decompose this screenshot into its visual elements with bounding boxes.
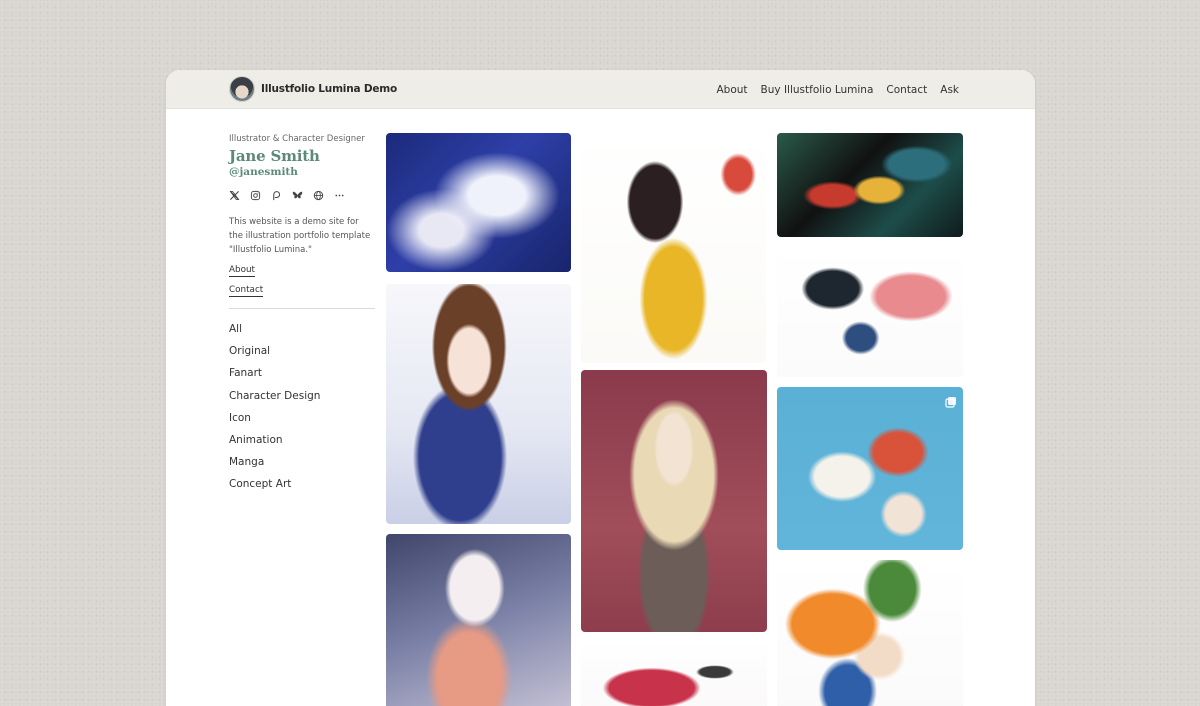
nav-ask[interactable]: Ask — [940, 84, 959, 96]
category-icon[interactable]: Icon — [229, 411, 376, 433]
browser-window: Illustfolio Lumina Demo About Buy Illust… — [166, 70, 1035, 706]
nav-buy[interactable]: Buy Illustfolio Lumina — [761, 84, 874, 96]
gallery-image-lily-girl[interactable] — [777, 387, 963, 550]
gallery-image-two-girls-hug[interactable] — [777, 247, 963, 377]
avatar[interactable] — [229, 76, 255, 102]
gallery-image-green-hat-girls[interactable] — [777, 560, 963, 706]
category-original[interactable]: Original — [229, 344, 376, 366]
sidebar-link-about[interactable]: About — [229, 265, 256, 277]
category-fanart[interactable]: Fanart — [229, 366, 376, 388]
gallery-image-maid-excavator[interactable] — [581, 133, 766, 363]
gallery-image-bunny-doll-girl[interactable] — [581, 370, 767, 632]
category-concept-art[interactable]: Concept Art — [229, 477, 376, 499]
profile-name: Jane Smith — [229, 147, 320, 165]
gallery-image-bouquet-girl[interactable] — [386, 534, 571, 706]
bluesky-icon[interactable] — [292, 190, 303, 201]
patreon-icon[interactable] — [271, 190, 282, 201]
globe-icon[interactable] — [313, 190, 324, 201]
site-header: Illustfolio Lumina Demo About Buy Illust… — [166, 70, 1035, 109]
social-links — [229, 190, 376, 201]
top-nav: About Buy Illustfolio Lumina Contact Ask — [704, 70, 1036, 109]
gallery-image-pattern-art[interactable] — [777, 133, 963, 237]
nav-contact[interactable]: Contact — [886, 84, 927, 96]
multiple-images-icon — [945, 393, 957, 408]
sidebar-divider — [229, 308, 375, 309]
gallery-image-cat-2022[interactable] — [581, 640, 767, 706]
category-manga[interactable]: Manga — [229, 455, 376, 477]
category-all[interactable]: All — [229, 322, 376, 344]
x-icon[interactable] — [229, 190, 240, 201]
category-list: All Original Fanart Character Design Ico… — [229, 322, 376, 500]
profile-handle: @janesmith — [229, 166, 298, 178]
profile-role: Illustrator & Character Designer — [229, 134, 365, 144]
profile-sidebar: Illustrator & Character Designer Jane Sm… — [229, 134, 376, 500]
gallery-image-night-sky-girl[interactable] — [386, 133, 571, 272]
site-title[interactable]: Illustfolio Lumina Demo — [261, 83, 397, 95]
category-animation[interactable]: Animation — [229, 433, 376, 455]
more-icon[interactable] — [334, 190, 345, 201]
category-character-design[interactable]: Character Design — [229, 389, 376, 411]
gallery-image-horse-girl[interactable] — [386, 284, 571, 524]
profile-bio: This website is a demo site for the illu… — [229, 217, 371, 255]
nav-about[interactable]: About — [717, 84, 748, 96]
sidebar-link-contact[interactable]: Contact — [229, 285, 264, 297]
instagram-icon[interactable] — [250, 190, 261, 201]
